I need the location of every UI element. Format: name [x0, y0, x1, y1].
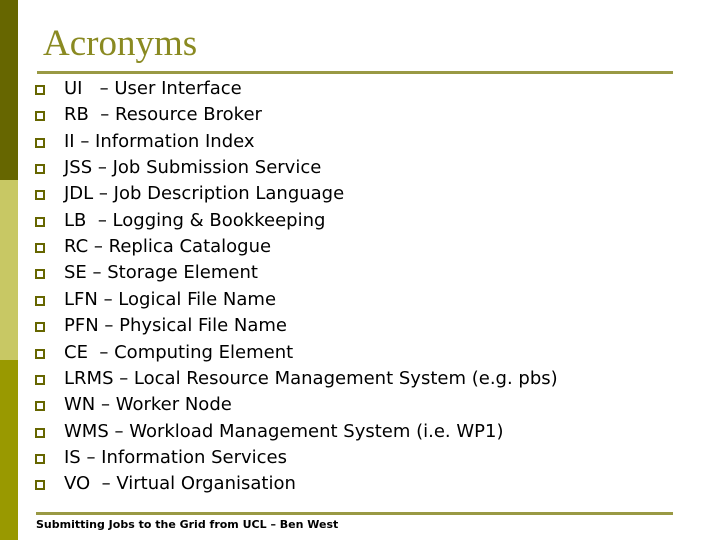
square-bullet-icon [35, 111, 45, 122]
square-bullet-icon [35, 401, 45, 412]
square-bullet-icon [35, 427, 45, 438]
list-item-text: SE – Storage Element [64, 262, 258, 284]
slide-title: Acronyms [43, 23, 198, 64]
list-item-text: LFN – Logical File Name [64, 288, 277, 310]
sidebar-bar-top [0, 0, 18, 180]
square-bullet-icon [35, 453, 45, 464]
square-bullet-icon [35, 348, 45, 359]
list-item-text: II – Information Index [64, 130, 255, 152]
square-bullet-icon [35, 480, 45, 491]
square-bullet-icon [35, 190, 45, 201]
list-item-text: PFN – Physical File Name [64, 315, 288, 337]
title-divider [37, 71, 673, 74]
square-bullet-icon [35, 137, 45, 148]
square-bullet-icon [35, 216, 45, 227]
list-item-text: UI – User Interface [64, 78, 242, 99]
slide-footer: Submitting Jobs to the Grid from UCL – B… [36, 518, 339, 531]
list-item-text: RB – Resource Broker [64, 104, 262, 126]
square-bullet-icon [35, 295, 45, 306]
square-bullet-icon [35, 164, 45, 175]
list-item-text: LB – Logging & Bookkeeping [64, 209, 326, 231]
list-item-text: JSS – Job Submission Service [64, 157, 322, 179]
list-item-text: RC – Replica Catalogue [64, 236, 272, 258]
list-item-text: JDL – Job Description Language [64, 183, 345, 205]
square-bullet-icon [35, 85, 45, 95]
square-bullet-icon [35, 269, 45, 280]
square-bullet-icon [35, 322, 45, 333]
sidebar-bar-bottom [0, 360, 18, 540]
list-item-text: VO – Virtual Organisation [64, 473, 296, 495]
list-item-text: WMS – Workload Management System (i.e. W… [64, 420, 504, 442]
footer-divider [36, 512, 673, 515]
list-item-text: IS – Information Services [64, 446, 287, 468]
sidebar-bar-middle [0, 180, 18, 360]
list-item-text: LRMS – Local Resource Management System … [64, 367, 558, 389]
square-bullet-icon [35, 243, 45, 254]
list-item-text: WN – Worker Node [64, 394, 232, 416]
square-bullet-icon [35, 374, 45, 385]
list-item-text: CE – Computing Element [64, 341, 294, 363]
